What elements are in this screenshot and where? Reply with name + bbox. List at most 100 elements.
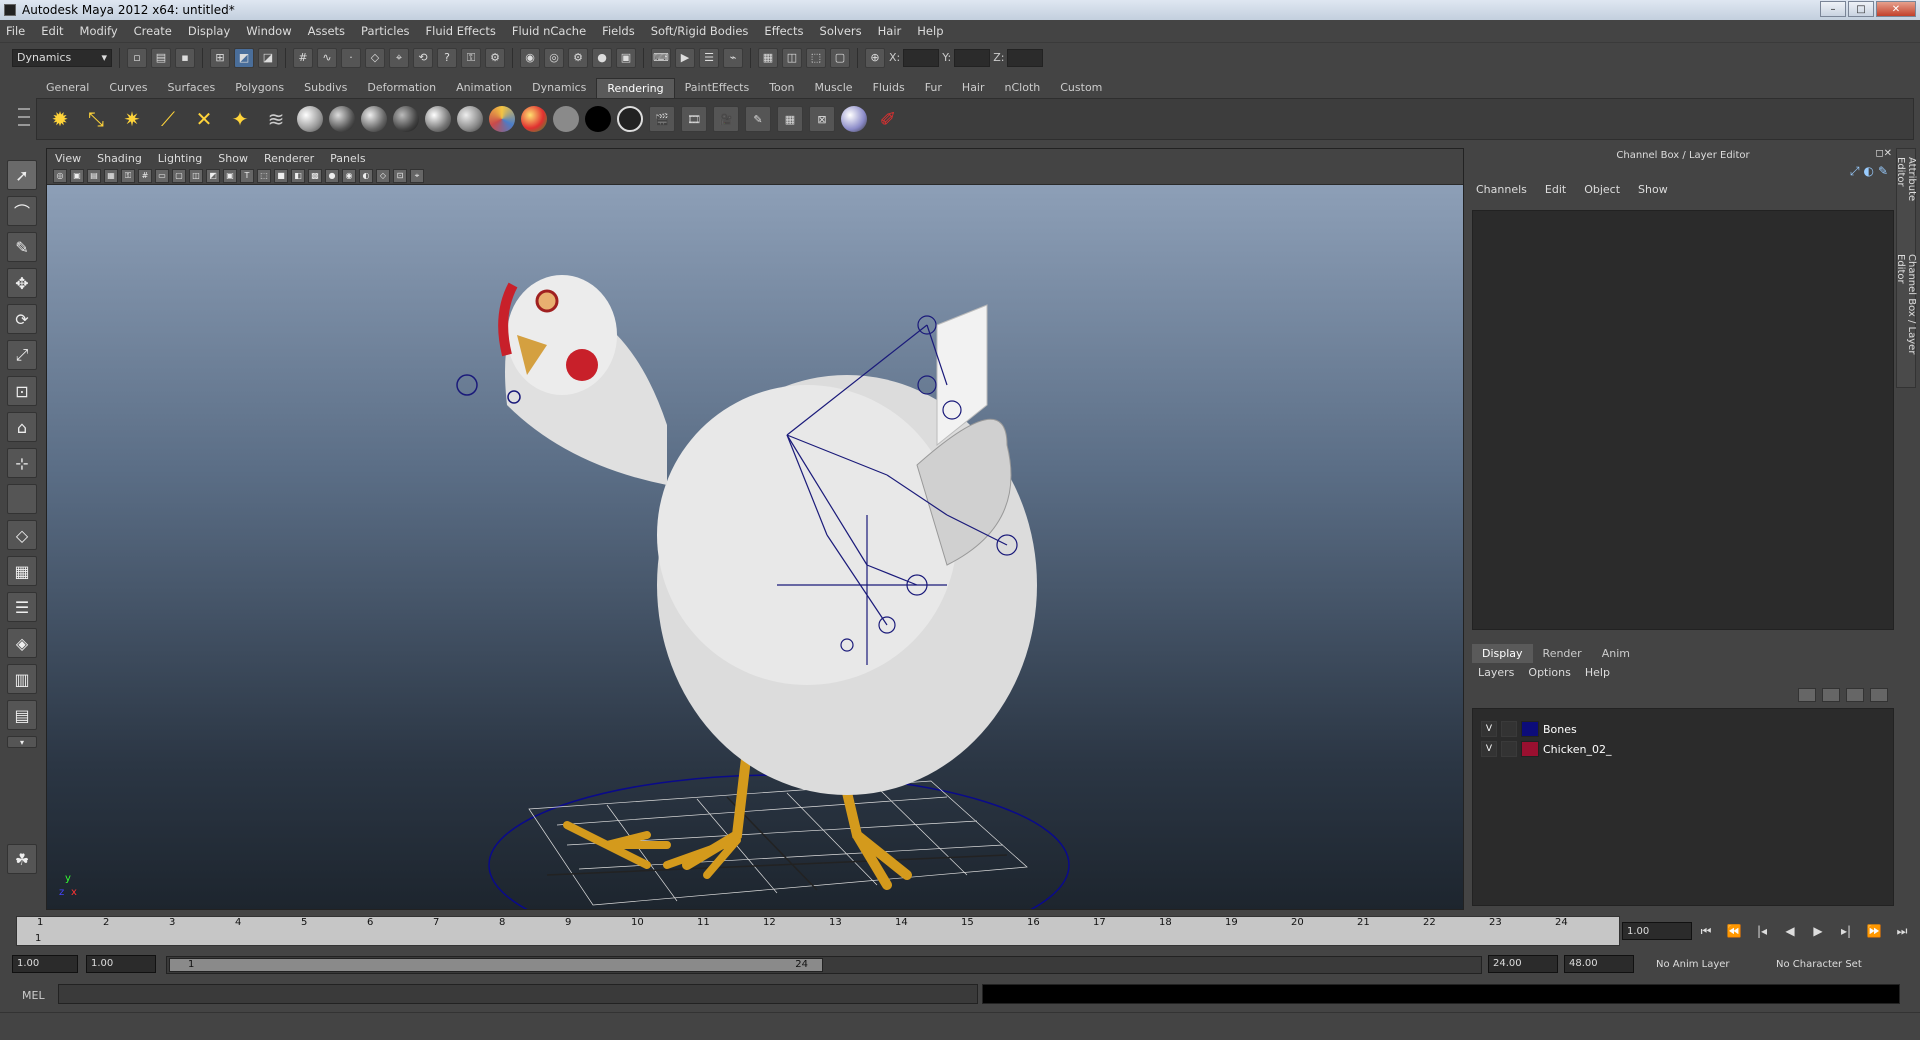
- menu-fluid-effects[interactable]: Fluid Effects: [426, 24, 496, 38]
- show-manipulator-icon[interactable]: ⊹: [7, 448, 37, 478]
- last-tool-icon[interactable]: [7, 484, 37, 514]
- xray-joints-icon[interactable]: ⌖: [410, 168, 424, 183]
- textured-icon[interactable]: ▩: [308, 168, 322, 183]
- menu-effects[interactable]: Effects: [764, 24, 803, 38]
- layer-row[interactable]: V Bones: [1473, 719, 1893, 739]
- menu-help[interactable]: Help: [917, 24, 943, 38]
- menu-particles[interactable]: Particles: [361, 24, 409, 38]
- shelf-tab-dynamics[interactable]: Dynamics: [522, 78, 596, 98]
- close-panel-icon[interactable]: ◻✕: [1875, 148, 1892, 159]
- area-light-icon[interactable]: ✕: [189, 104, 219, 134]
- command-input[interactable]: [58, 984, 978, 1004]
- help-icon[interactable]: ?: [437, 47, 457, 68]
- shelf-tab-polygons[interactable]: Polygons: [225, 78, 294, 98]
- open-scene-icon[interactable]: ▤: [151, 47, 171, 68]
- viewport-menu-show[interactable]: Show: [218, 152, 248, 165]
- shelf-tab-hair[interactable]: Hair: [952, 78, 995, 98]
- menu-window[interactable]: Window: [246, 24, 291, 38]
- new-layer-icon[interactable]: [1846, 688, 1864, 702]
- move-layer-down-icon[interactable]: [1822, 688, 1840, 702]
- gate-mask-icon[interactable]: ◫: [189, 168, 203, 183]
- snap-point-icon[interactable]: ·: [341, 47, 361, 68]
- render-current-icon[interactable]: ◉: [520, 47, 540, 68]
- safe-action-icon[interactable]: ▣: [223, 168, 237, 183]
- graph-editor-icon[interactable]: ⌁: [723, 47, 743, 68]
- step-forward-key-icon[interactable]: ⏩: [1864, 922, 1884, 940]
- render-globals-icon[interactable]: ✎: [745, 106, 771, 132]
- select-hierarchy-icon[interactable]: ⊞: [210, 47, 230, 68]
- menu-fields[interactable]: Fields: [602, 24, 635, 38]
- viewport-menu-shading[interactable]: Shading: [97, 152, 142, 165]
- film-gate-icon[interactable]: ▭: [155, 168, 169, 183]
- field-chart-icon[interactable]: ◩: [206, 168, 220, 183]
- shelf-tab-toon[interactable]: Toon: [759, 78, 804, 98]
- layer-row[interactable]: V Chicken_02_: [1473, 739, 1893, 759]
- material-ramp-icon[interactable]: [489, 106, 515, 132]
- layer-editor-icon[interactable]: ◐: [1863, 164, 1873, 178]
- layout-outliner-icon[interactable]: ☰: [7, 592, 37, 622]
- shelf-tab-rendering[interactable]: Rendering: [596, 78, 675, 98]
- ambient-light-icon[interactable]: ✹: [45, 104, 75, 134]
- go-to-end-icon[interactable]: ⏭: [1892, 922, 1912, 940]
- rotate-tool-icon[interactable]: ⟳: [7, 304, 37, 334]
- current-frame-marker[interactable]: 1: [35, 933, 41, 944]
- display-layout-icon[interactable]: ▦: [758, 47, 778, 68]
- layout-four-icon[interactable]: ▦: [7, 556, 37, 586]
- viewport-menu-view[interactable]: View: [55, 152, 81, 165]
- material-blinn-icon[interactable]: [329, 106, 355, 132]
- go-to-start-icon[interactable]: ⏮: [1696, 922, 1716, 940]
- time-slider[interactable]: 1 2 3 4 5 6 7 8 9 10 11 12 13 14 15 16 1…: [16, 916, 1620, 946]
- camera-icon[interactable]: ◫: [782, 47, 802, 68]
- shelf-tab-fur[interactable]: Fur: [915, 78, 952, 98]
- play-forward-icon[interactable]: ▶: [1808, 922, 1828, 940]
- shelf-tab-fluids[interactable]: Fluids: [863, 78, 915, 98]
- layout-hypershade-icon[interactable]: ▥: [7, 664, 37, 694]
- resolution-gate-icon[interactable]: ▢: [172, 168, 186, 183]
- spot-light-icon[interactable]: ⟋: [153, 104, 183, 134]
- new-layer-from-selection-icon[interactable]: [1870, 688, 1888, 702]
- shelf-tab-surfaces[interactable]: Surfaces: [158, 78, 226, 98]
- render-layer-icon[interactable]: ⊠: [809, 106, 835, 132]
- shadows-icon[interactable]: ◐: [359, 168, 373, 183]
- shelf-handle[interactable]: [14, 78, 34, 140]
- render-view-icon[interactable]: ▣: [616, 47, 636, 68]
- save-scene-icon[interactable]: ▪: [175, 47, 195, 68]
- layer-type-toggle[interactable]: [1501, 741, 1517, 757]
- layer-menu-options[interactable]: Options: [1528, 666, 1570, 679]
- anim-layer-selector[interactable]: No Anim Layer: [1656, 959, 1730, 970]
- snap-grid-icon[interactable]: #: [293, 47, 313, 68]
- playblast-icon[interactable]: ▶: [675, 47, 695, 68]
- snap-curve-icon[interactable]: ∿: [317, 47, 337, 68]
- y-field[interactable]: [954, 48, 991, 67]
- shelf-tab-curves[interactable]: Curves: [99, 78, 157, 98]
- close-button[interactable]: ✕: [1876, 1, 1916, 17]
- isolate-select-icon[interactable]: ◇: [376, 168, 390, 183]
- outliner-icon[interactable]: ☰: [699, 47, 719, 68]
- cb-menu-channels[interactable]: Channels: [1476, 183, 1527, 196]
- lock-icon[interactable]: ⚿: [461, 47, 481, 68]
- end-time-field[interactable]: 48.00: [1564, 955, 1634, 973]
- menu-fluid-ncache[interactable]: Fluid nCache: [512, 24, 586, 38]
- history-icon[interactable]: ⟲: [413, 47, 433, 68]
- perspective-viewport[interactable]: View Shading Lighting Show Renderer Pane…: [46, 148, 1464, 910]
- render-settings-icon[interactable]: ⚙: [568, 47, 588, 68]
- material-ocean-icon[interactable]: [617, 106, 643, 132]
- input-line-icon[interactable]: ⌨: [651, 47, 671, 68]
- menu-edit[interactable]: Edit: [41, 24, 63, 38]
- x-field[interactable]: [903, 48, 940, 67]
- layer-tab-display[interactable]: Display: [1472, 644, 1533, 663]
- grid-toggle-icon[interactable]: #: [138, 168, 152, 183]
- move-tool-icon[interactable]: ✥: [7, 268, 37, 298]
- bookmark-icon[interactable]: ▤: [87, 168, 101, 183]
- directional-light-icon[interactable]: ⤡: [81, 104, 111, 134]
- material-phonge-icon[interactable]: [393, 106, 419, 132]
- material-checker-icon[interactable]: [521, 106, 547, 132]
- shelf-tab-general[interactable]: General: [36, 78, 99, 98]
- layer-type-toggle[interactable]: [1501, 721, 1517, 737]
- volume-light-icon[interactable]: ✦: [225, 104, 255, 134]
- layer-visibility-toggle[interactable]: V: [1481, 741, 1497, 757]
- playback-start-field[interactable]: 1.00: [86, 955, 156, 973]
- shelf-tab-painteffects[interactable]: PaintEffects: [675, 78, 760, 98]
- layer-menu-layers[interactable]: Layers: [1478, 666, 1514, 679]
- shelf-tab-custom[interactable]: Custom: [1050, 78, 1112, 98]
